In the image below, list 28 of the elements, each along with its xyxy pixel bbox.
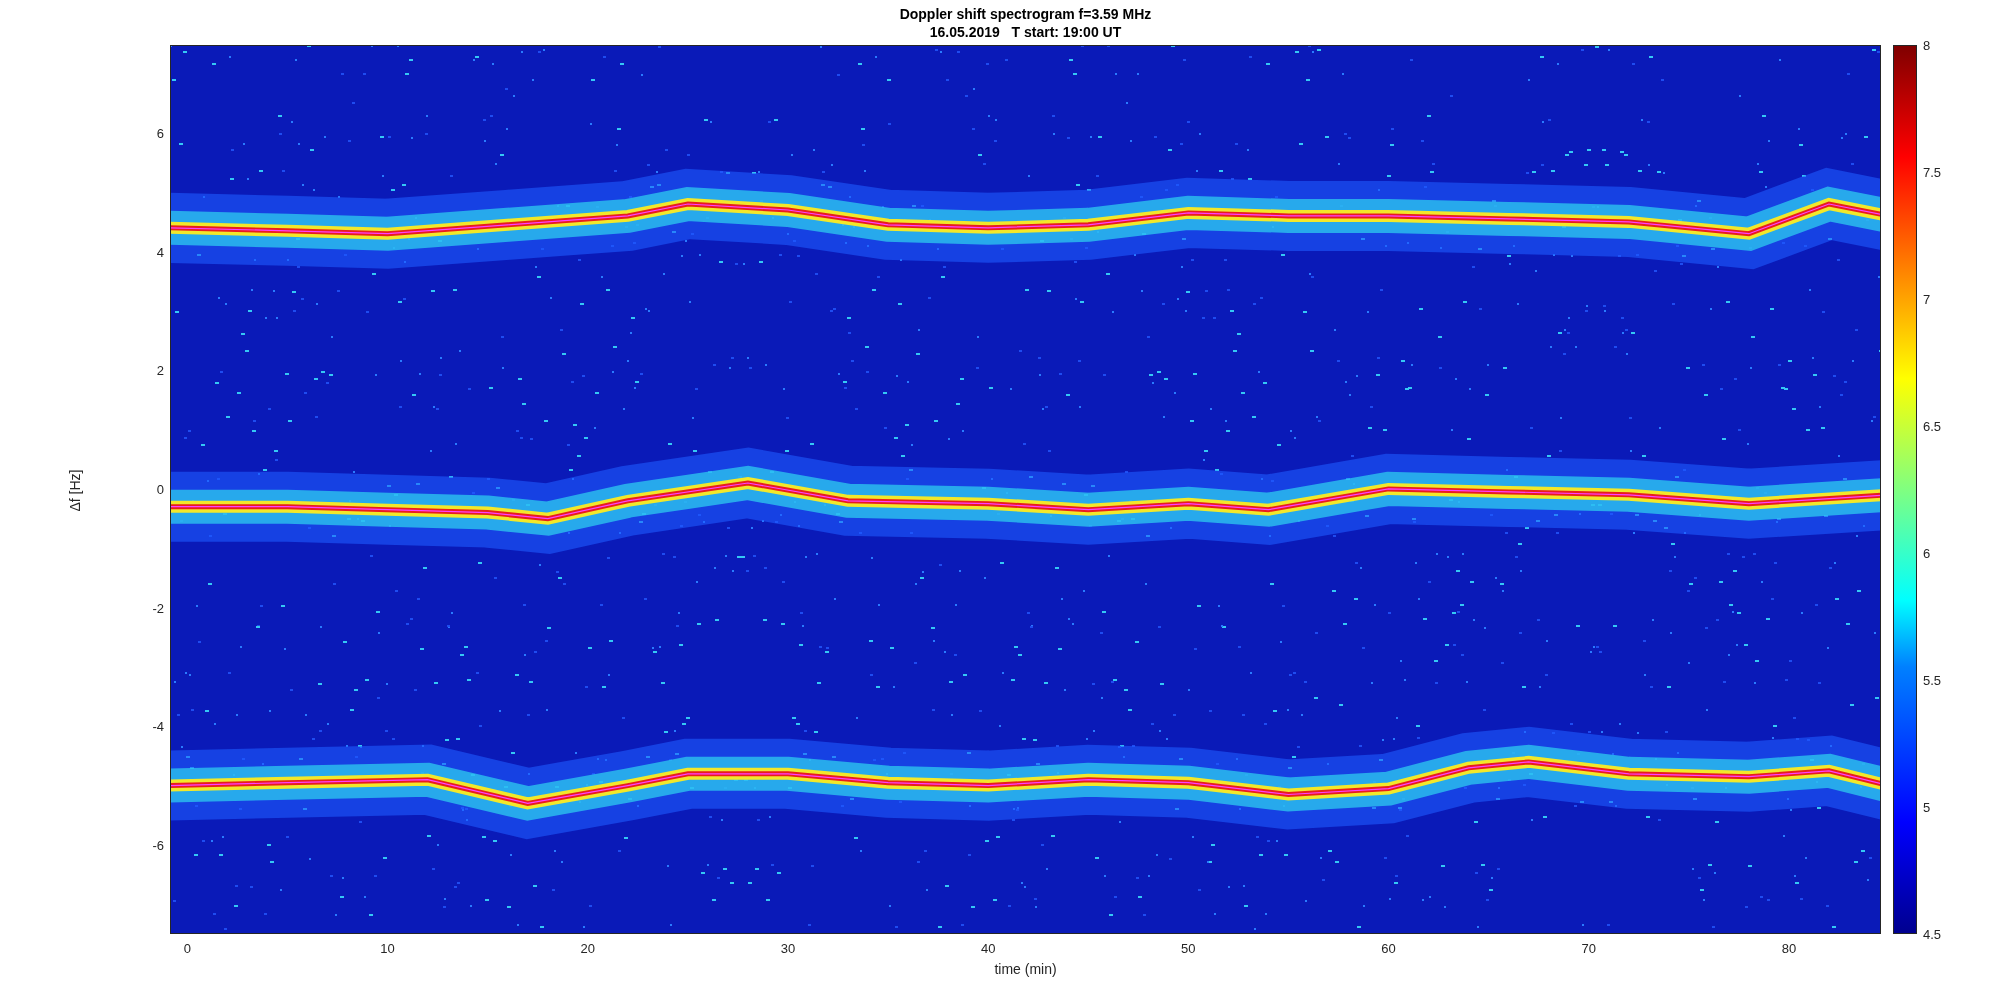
y-tick-label: 4 xyxy=(156,245,164,258)
y-tick-label: -2 xyxy=(152,601,164,615)
colorbar-tick-label: 7.5 xyxy=(1923,165,1942,179)
colorbar-tick-label: 5.5 xyxy=(1923,673,1942,687)
colorbar-tick-label: 7 xyxy=(1923,292,1931,306)
y-tick-label: 6 xyxy=(156,126,164,140)
y-tick-label: -4 xyxy=(152,719,164,733)
colorbar-tick-label: 5 xyxy=(1923,800,1931,814)
y-axis-label: Δf [Hz] xyxy=(65,469,84,511)
y-tick-label: -6 xyxy=(152,838,164,852)
x-tick-label: 20 xyxy=(580,942,595,955)
x-tick-label: 40 xyxy=(980,942,996,955)
x-tick-label: 10 xyxy=(380,942,395,955)
colorbar-tick-label: 6.5 xyxy=(1923,419,1942,433)
colorbar-tick-label: 6 xyxy=(1923,546,1931,560)
x-tick-label: 50 xyxy=(1181,942,1196,955)
x-tick-label: 70 xyxy=(1581,942,1596,955)
x-tick-label: 60 xyxy=(1381,942,1396,955)
chart-title: Doppler shift spectrogram f=3.59 MHz xyxy=(899,4,1152,23)
chart-subtitle: 16.05.2019 T start: 19:00 UT xyxy=(929,22,1122,41)
y-tick-label: 0 xyxy=(156,482,164,496)
x-axis-label: time (min) xyxy=(994,962,1057,976)
x-tick-label: 0 xyxy=(183,942,191,955)
colorbar-tick-label: 4.5 xyxy=(1923,927,1942,941)
y-tick-label: 2 xyxy=(156,363,164,377)
colorbar-tick-label: 8 xyxy=(1923,38,1931,52)
x-tick-label: 30 xyxy=(780,942,796,955)
x-tick-label: 80 xyxy=(1781,942,1797,955)
